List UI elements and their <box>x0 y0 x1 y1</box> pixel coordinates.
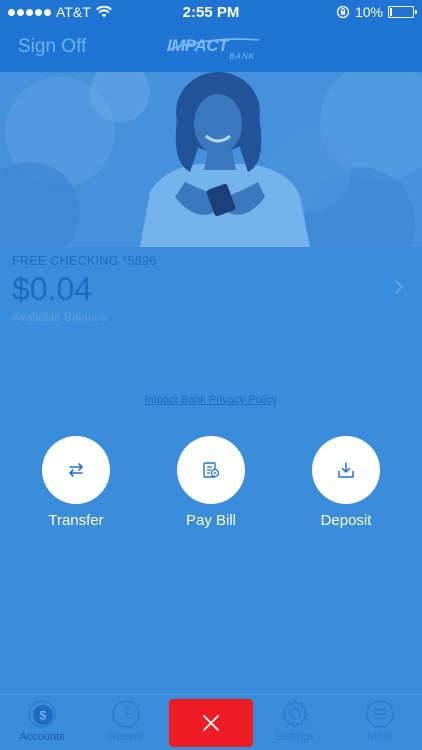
tab-more[interactable]: More <box>338 695 422 750</box>
logo-text: IMPACT <box>167 36 228 55</box>
app-header: Sign Off IMPACT BANK <box>0 24 422 72</box>
account-name: FREE CHECKING *5896 <box>12 254 157 268</box>
gear-icon <box>281 700 309 728</box>
tab-settings[interactable]: Settings <box>253 695 337 750</box>
tab-settings-label: Settings <box>275 731 315 743</box>
deposit-label: Deposit <box>320 512 372 529</box>
logo-subtext: BANK <box>229 52 255 61</box>
clock-icon <box>112 700 140 728</box>
svg-text:$: $ <box>40 709 47 723</box>
transfer-label: Transfer <box>48 512 104 529</box>
tab-accounts-label: Accounts <box>19 731 65 743</box>
tab-more-label: More <box>367 731 393 743</box>
account-summary[interactable]: FREE CHECKING *5896 $0.04 Available Bala… <box>0 247 422 327</box>
chevron-right-icon <box>395 280 404 294</box>
deposit-button[interactable] <box>312 436 380 504</box>
signal-icon <box>8 8 51 16</box>
transfer-icon <box>69 463 83 477</box>
privacy-policy-link[interactable]: Impact Bank Privacy Policy <box>0 394 422 406</box>
deposit-action[interactable]: Deposit <box>296 436 396 529</box>
impact-bank-logo: IMPACT BANK <box>163 32 263 62</box>
pay-bill-action[interactable]: Pay Bill <box>161 436 261 529</box>
battery-icon <box>388 6 417 18</box>
transfer-button[interactable] <box>42 436 110 504</box>
close-icon <box>203 715 219 731</box>
carrier-label: AT&T <box>56 4 91 20</box>
pay-bill-label: Pay Bill <box>185 512 237 529</box>
tab-recent-label: Recent <box>108 731 144 743</box>
balance-label: Available Balance <box>12 310 108 324</box>
account-balance: $0.04 <box>12 271 93 307</box>
tab-accounts[interactable]: $ Accounts <box>0 695 84 750</box>
hero-image <box>0 72 422 247</box>
status-time: 2:55 PM <box>182 3 240 21</box>
menu-icon <box>366 700 394 728</box>
pay-bill-button[interactable] <box>177 436 245 504</box>
pay-bill-icon <box>203 462 220 478</box>
deposit-icon <box>338 462 354 478</box>
sign-off-button[interactable]: Sign Off <box>18 36 86 58</box>
transfer-action[interactable]: Transfer <box>26 436 126 529</box>
wifi-icon <box>95 6 112 18</box>
tab-recent[interactable]: Recent <box>84 695 168 750</box>
close-button[interactable] <box>169 699 253 747</box>
battery-percent: 10% <box>354 4 383 20</box>
status-right: 10% <box>274 4 417 20</box>
status-bar: AT&T 2:55 PM 10% <box>0 0 422 24</box>
accounts-icon: $ <box>28 700 56 728</box>
hero-photo <box>0 72 422 247</box>
battery-fill <box>390 8 392 16</box>
rotation-lock-icon <box>336 5 350 19</box>
status-left: AT&T <box>8 4 148 20</box>
